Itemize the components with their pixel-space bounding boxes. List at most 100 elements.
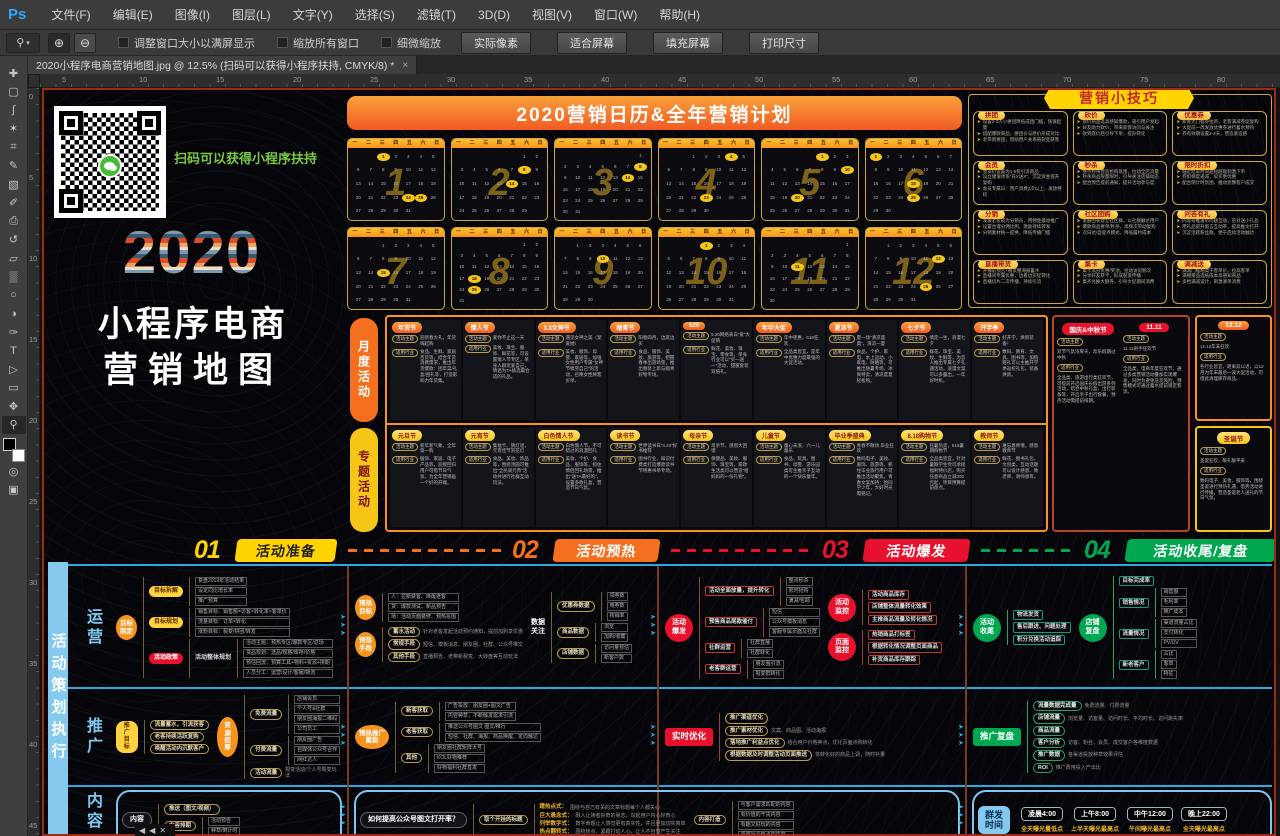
empty-day xyxy=(804,153,817,161)
table-row: 推广预算 xyxy=(195,597,247,606)
background-color-swatch[interactable] xyxy=(12,449,25,462)
tip-text: 券有效期设置2-3天，营造紧迫感 xyxy=(1182,131,1247,137)
menu-item[interactable]: 视图(V) xyxy=(521,4,583,26)
mindmap-branch: 店铺流量浏览量、访客量、访问时长、平均时长、访问跳失率 xyxy=(1033,713,1183,723)
weekday-label: 日 xyxy=(952,141,957,146)
tab-close-icon[interactable]: × xyxy=(402,60,408,71)
menu-item[interactable]: 窗口(W) xyxy=(583,4,648,26)
menu-item[interactable]: 滤镜(T) xyxy=(406,4,467,26)
color-swatches[interactable] xyxy=(3,438,25,462)
crop-tool-icon[interactable]: ⌗ xyxy=(2,138,26,157)
calendar-grid: 一二三四五六日123456789101112131415161718192021… xyxy=(347,138,962,310)
path-selection-tool-icon[interactable]: ▷ xyxy=(2,360,26,379)
menu-item[interactable]: 3D(D) xyxy=(467,4,521,26)
weekday-label: 三 xyxy=(587,141,592,146)
hand-tool-icon[interactable]: ✥ xyxy=(2,397,26,416)
activity-card: 踏青节活动主题阳春四月，边逛边买适用行业食品、服饰、美妆、旅游等，把握春季出游场… xyxy=(608,320,679,420)
menu-item[interactable]: 文件(F) xyxy=(40,4,101,26)
move-tool-icon[interactable]: ✚ xyxy=(2,64,26,83)
document-tab[interactable]: 2020小程序电商营销地图.jpg @ 12.5% (扫码可以获得小程序扶持, … xyxy=(28,56,417,74)
menu-item[interactable]: 选择(S) xyxy=(344,4,406,26)
calendar-day: 2 xyxy=(390,153,403,161)
ruler-mark: 80 xyxy=(1217,75,1225,84)
clone-stamp-tool-icon[interactable]: ⎙ xyxy=(2,212,26,231)
mindmap-node: 如何提高公众号图文打开率？ xyxy=(360,812,467,828)
magic-wand-tool-icon[interactable]: ✶ xyxy=(2,120,26,139)
ruler-mark: 60 xyxy=(909,75,917,84)
weekday-label: 二 xyxy=(676,230,681,235)
mindmap-note: 访客、粉丝、会员、成交客户各维度数据 xyxy=(1068,740,1158,746)
dodge-tool-icon[interactable]: ◑ xyxy=(2,305,26,324)
marquee-tool-icon[interactable]: ▢ xyxy=(2,83,26,102)
print-size-button[interactable]: 打印尺寸 xyxy=(749,32,819,54)
scroll-glyph-icon[interactable]: ◀ xyxy=(139,826,145,835)
fit-screen-button[interactable]: 适合屏幕 xyxy=(557,32,627,54)
blur-tool-icon[interactable]: ○ xyxy=(2,286,26,305)
gradient-tool-icon[interactable]: ▒ xyxy=(2,268,26,287)
calendar-day: 2 xyxy=(895,242,908,250)
eyedropper-tool-icon[interactable]: ✎ xyxy=(2,157,26,176)
pen-tool-icon[interactable]: ✑ xyxy=(2,323,26,342)
mindmap-content-article: 如何提高公众号图文打开率？取个开挂的标题蹭热点式：围绕与自己有关的文章标题每个人… xyxy=(354,790,960,836)
healing-brush-tool-icon[interactable]: ▧ xyxy=(2,175,26,194)
calendar-day: 24 xyxy=(402,194,415,202)
theme-row: 活动主题母亲节，感恩大回馈 xyxy=(683,443,750,455)
weekday-label: 三 xyxy=(380,141,385,146)
calendar-day: 6 xyxy=(634,242,647,250)
zoom-tool-icon: ⚲ xyxy=(16,36,24,49)
ruler-mark: 45 xyxy=(678,75,686,84)
mindmap-node: 蹭热点式： xyxy=(540,804,568,810)
fill-screen-button[interactable]: 填充屏幕 xyxy=(653,32,723,54)
vertical-ruler[interactable]: 051015202530354045 xyxy=(28,88,40,836)
menu-item[interactable]: 图层(L) xyxy=(221,4,282,26)
scroll-glyph-icon[interactable]: ◀ xyxy=(149,826,155,835)
lasso-tool-icon[interactable]: ∫ xyxy=(2,101,26,120)
calendar-day: 18 xyxy=(415,180,428,188)
zoom-in-button[interactable]: ⊕ xyxy=(48,33,70,53)
mindmap-children: 销售额毛利率推广成本 xyxy=(1155,588,1187,617)
calendar-day: 6 xyxy=(675,255,688,263)
brush-tool-icon[interactable]: ✐ xyxy=(2,194,26,213)
menu-items: 文件(F)编辑(E)图像(I)图层(L)文字(Y)选择(S)滤镜(T)3D(D)… xyxy=(40,6,711,24)
history-brush-tool-icon[interactable]: ↺ xyxy=(2,231,26,250)
calendar-day: 16 xyxy=(390,269,403,277)
quick-mask-icon[interactable]: ◎ xyxy=(2,462,26,481)
calendar-day: 18 xyxy=(907,180,920,188)
menu-item[interactable]: 编辑(E) xyxy=(102,4,164,26)
eraser-tool-icon[interactable]: ▱ xyxy=(2,249,26,268)
shape-tool-icon[interactable]: ▭ xyxy=(2,379,26,398)
calendar-day: 28 xyxy=(506,207,519,215)
zoom-tool-icon[interactable]: ⚲ xyxy=(2,416,26,435)
mindmap-content-send-times: 群发 时间凌晨4:00全天曝光量低点上午8:00上半天曝光最高点中午12:00午… xyxy=(972,790,1272,836)
document-canvas[interactable]: 扫码可以获得小程序扶持 2020 小程序电商 营销地图 2020营销日历&全年营… xyxy=(40,88,1280,836)
type-tool-icon[interactable]: T xyxy=(2,342,26,361)
scroll-glyph-icon[interactable]: ✕ xyxy=(159,826,166,835)
menu-item[interactable]: 文字(Y) xyxy=(282,4,344,26)
scrollbar-left-controls[interactable]: ◀ ◀ ✕ xyxy=(135,824,175,836)
horizontal-ruler[interactable]: 5101520253035404550556065707580 xyxy=(40,74,1280,88)
tip-line: ➤次日达/自提点模式，降低履约成本 xyxy=(1077,230,1164,236)
zoom-out-button[interactable]: ⊖ xyxy=(74,33,96,53)
tag-theme: 活动主题 xyxy=(829,443,855,451)
mindmap-branch: 朋友圈广告自媒体公众号合作网红达人 xyxy=(294,736,340,765)
screen-mode-icon[interactable]: ▣ xyxy=(2,481,26,500)
scrubby-zoom-checkbox[interactable]: 细微缩放 xyxy=(381,35,441,51)
mindmap-note: 文案、商品图、活动海报 xyxy=(771,728,826,734)
table-row: 推送公众号图文 图文/推行 xyxy=(445,723,541,732)
empty-day xyxy=(663,153,676,161)
empty-day xyxy=(365,242,378,250)
zoom-all-windows-checkbox[interactable]: 缩放所有窗口 xyxy=(277,35,359,51)
menu-item[interactable]: 图像(I) xyxy=(164,4,221,26)
mindmap-node: 目标规划 xyxy=(149,617,183,628)
calendar-day: 14 xyxy=(870,269,883,277)
menu-item[interactable]: 帮助(H) xyxy=(648,4,711,26)
table-row: 核销率 xyxy=(607,612,628,621)
industry-row: 适用行业食品、服饰、美妆、旅游等，把握春季出游场景，推出春装上新与踏青好物专场。 xyxy=(610,349,677,378)
tag-industry: 适用行业 xyxy=(756,349,782,357)
calendar-day: 15 xyxy=(841,263,854,271)
zoom-tool-preset[interactable]: ⚲ ▾ xyxy=(6,33,40,53)
actual-pixels-button[interactable]: 实际像素 xyxy=(461,32,531,54)
calendar-day: 20 xyxy=(791,194,804,202)
checkbox-label: 缩放所有窗口 xyxy=(293,35,359,51)
resize-window-checkbox[interactable]: 调整窗口大小以满屏显示 xyxy=(118,35,255,51)
